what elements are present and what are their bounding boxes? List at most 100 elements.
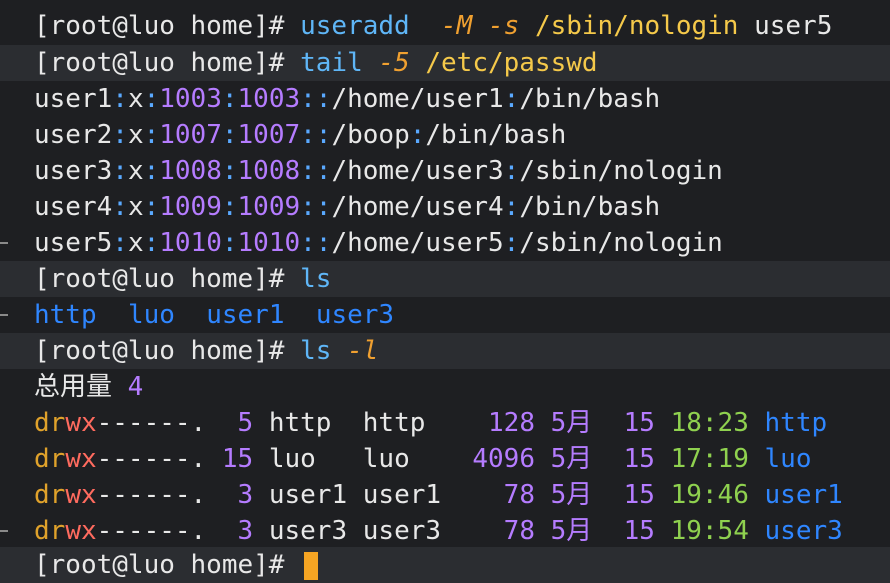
- link-count: 3: [221, 480, 254, 510]
- passwd-entry: user4:x:1009:1009::/home/user4:/bin/bash: [34, 192, 661, 222]
- text-cursor: [304, 551, 319, 580]
- terminal-line-tail: [root@luo home]# tail -5 /etc/passwd: [0, 45, 890, 81]
- total-label: 总用量: [34, 372, 113, 402]
- owner: luo: [268, 444, 348, 474]
- command-option: -5: [378, 48, 410, 78]
- terminal-line-ls: [root@luo home]# ls: [0, 261, 890, 297]
- ls-output: http luo user1 user3: [0, 297, 890, 333]
- terminal-line-useradd: [root@luo home]# useradd -M -s /sbin/nol…: [0, 8, 890, 44]
- passwd-home: /home/user3: [331, 156, 504, 186]
- month: 5月: [550, 444, 593, 474]
- passwd-gid: 1009: [237, 192, 301, 222]
- group: luo: [362, 444, 442, 474]
- perm-rest: ------.: [96, 516, 207, 546]
- passwd-user: user3: [34, 156, 113, 186]
- size: 78: [472, 516, 535, 546]
- terminal-line-ls-l: [root@luo home]# ls -l: [0, 333, 890, 369]
- ls-total: 总用量 4: [0, 369, 890, 405]
- group: user3: [362, 516, 442, 546]
- perm-wx: wx: [65, 408, 97, 438]
- passwd-uid: 1008: [159, 156, 222, 186]
- dir-entry: user3: [315, 300, 395, 330]
- owner: user1: [268, 480, 348, 510]
- passwd-user: user2: [34, 120, 113, 150]
- perm-type: dr: [34, 408, 66, 438]
- time: 17:19: [670, 444, 749, 474]
- passwd-entry: user2:x:1007:1007::/boop:/bin/bash: [34, 120, 567, 150]
- size: 128: [472, 408, 535, 438]
- link-count: 15: [221, 444, 254, 474]
- passwd-entry: user1:x:1003:1003::/home/user1:/bin/bash: [34, 84, 661, 114]
- command-name: ls: [300, 336, 332, 366]
- shell-prompt: [root@luo home]#: [34, 336, 301, 366]
- passwd-shell: /bin/bash: [519, 84, 661, 114]
- passwd-uid: 1009: [159, 192, 222, 222]
- ls-long-row: drwx------. 15 luo luo 4096 5月 15 17:19 …: [0, 441, 890, 477]
- link-count: 5: [221, 408, 254, 438]
- passwd-gid: 1007: [237, 120, 301, 150]
- passwd-home: /home/user4: [331, 192, 504, 222]
- command-arg: user5: [754, 11, 833, 41]
- passwd-entry: user3:x:1008:1008::/home/user3:/sbin/nol…: [34, 156, 723, 186]
- total-value: 4: [127, 372, 144, 402]
- dir-entry: user1: [206, 300, 285, 330]
- day: 15: [623, 480, 655, 510]
- group: http: [362, 408, 442, 438]
- link-count: 3: [221, 516, 254, 546]
- dir-entry: user3: [764, 516, 843, 546]
- shell-prompt: [root@luo home]#: [34, 48, 301, 78]
- size: 78: [472, 480, 535, 510]
- dir-entry: user1: [764, 480, 843, 510]
- passwd-shell: /bin/bash: [519, 192, 661, 222]
- passwd-user: user4: [34, 192, 113, 222]
- passwd-entry: user5:x:1010:1010::/home/user5:/sbin/nol…: [34, 228, 723, 258]
- day: 15: [623, 408, 655, 438]
- passwd-user: user1: [34, 84, 113, 114]
- ls-long-row: drwx------. 3 user3 user3 78 5月 15 19:54…: [0, 513, 890, 549]
- passwd-shell: /sbin/nologin: [519, 228, 723, 258]
- shell-prompt: [root@luo home]#: [34, 11, 301, 41]
- perm-type: dr: [34, 516, 66, 546]
- day: 15: [623, 516, 655, 546]
- command-name: useradd: [300, 11, 410, 41]
- perm-wx: wx: [65, 480, 97, 510]
- ls-long-row: drwx------. 5 http http 128 5月 15 18:23 …: [0, 405, 890, 441]
- command-name: tail: [300, 48, 363, 78]
- passwd-home: /home/user5: [331, 228, 504, 258]
- perm-rest: ------.: [96, 444, 207, 474]
- dir-entry: http: [34, 300, 97, 330]
- perm-wx: wx: [65, 444, 97, 474]
- dir-entry: http: [764, 408, 828, 438]
- perm-type: dr: [34, 480, 66, 510]
- terminal-window[interactable]: [root@luo home]# useradd -M -s /sbin/nol…: [0, 0, 890, 583]
- passwd-uid: 1007: [159, 120, 222, 150]
- group: user1: [362, 480, 442, 510]
- command-arg: /etc/passwd: [425, 48, 598, 78]
- shell-prompt: [root@luo home]#: [34, 264, 301, 294]
- shell-prompt: [root@luo home]#: [34, 550, 301, 580]
- perm-rest: ------.: [96, 408, 207, 438]
- passwd-gid: 1008: [237, 156, 301, 186]
- passwd-gid: 1003: [237, 84, 301, 114]
- passwd-shell: /bin/bash: [425, 120, 567, 150]
- ls-long-row: drwx------. 3 user1 user1 78 5月 15 19:46…: [0, 477, 890, 513]
- size: 4096: [472, 444, 535, 474]
- perm-rest: ------.: [96, 480, 207, 510]
- terminal-line-current[interactable]: [root@luo home]#: [0, 547, 890, 583]
- passwd-uid: 1003: [159, 84, 222, 114]
- command-name: ls: [300, 264, 332, 294]
- month: 5月: [550, 480, 593, 510]
- dir-entry: luo: [127, 300, 175, 330]
- passwd-gid: 1010: [237, 228, 301, 258]
- month: 5月: [550, 408, 593, 438]
- perm-wx: wx: [65, 516, 97, 546]
- passwd-home: /boop: [331, 120, 410, 150]
- perm-type: dr: [34, 444, 66, 474]
- owner: user3: [268, 516, 348, 546]
- owner: http: [268, 408, 348, 438]
- command-option: -l: [347, 336, 379, 366]
- passwd-shell: /sbin/nologin: [519, 156, 723, 186]
- time: 19:46: [670, 480, 749, 510]
- day: 15: [623, 444, 655, 474]
- time: 18:23: [670, 408, 749, 438]
